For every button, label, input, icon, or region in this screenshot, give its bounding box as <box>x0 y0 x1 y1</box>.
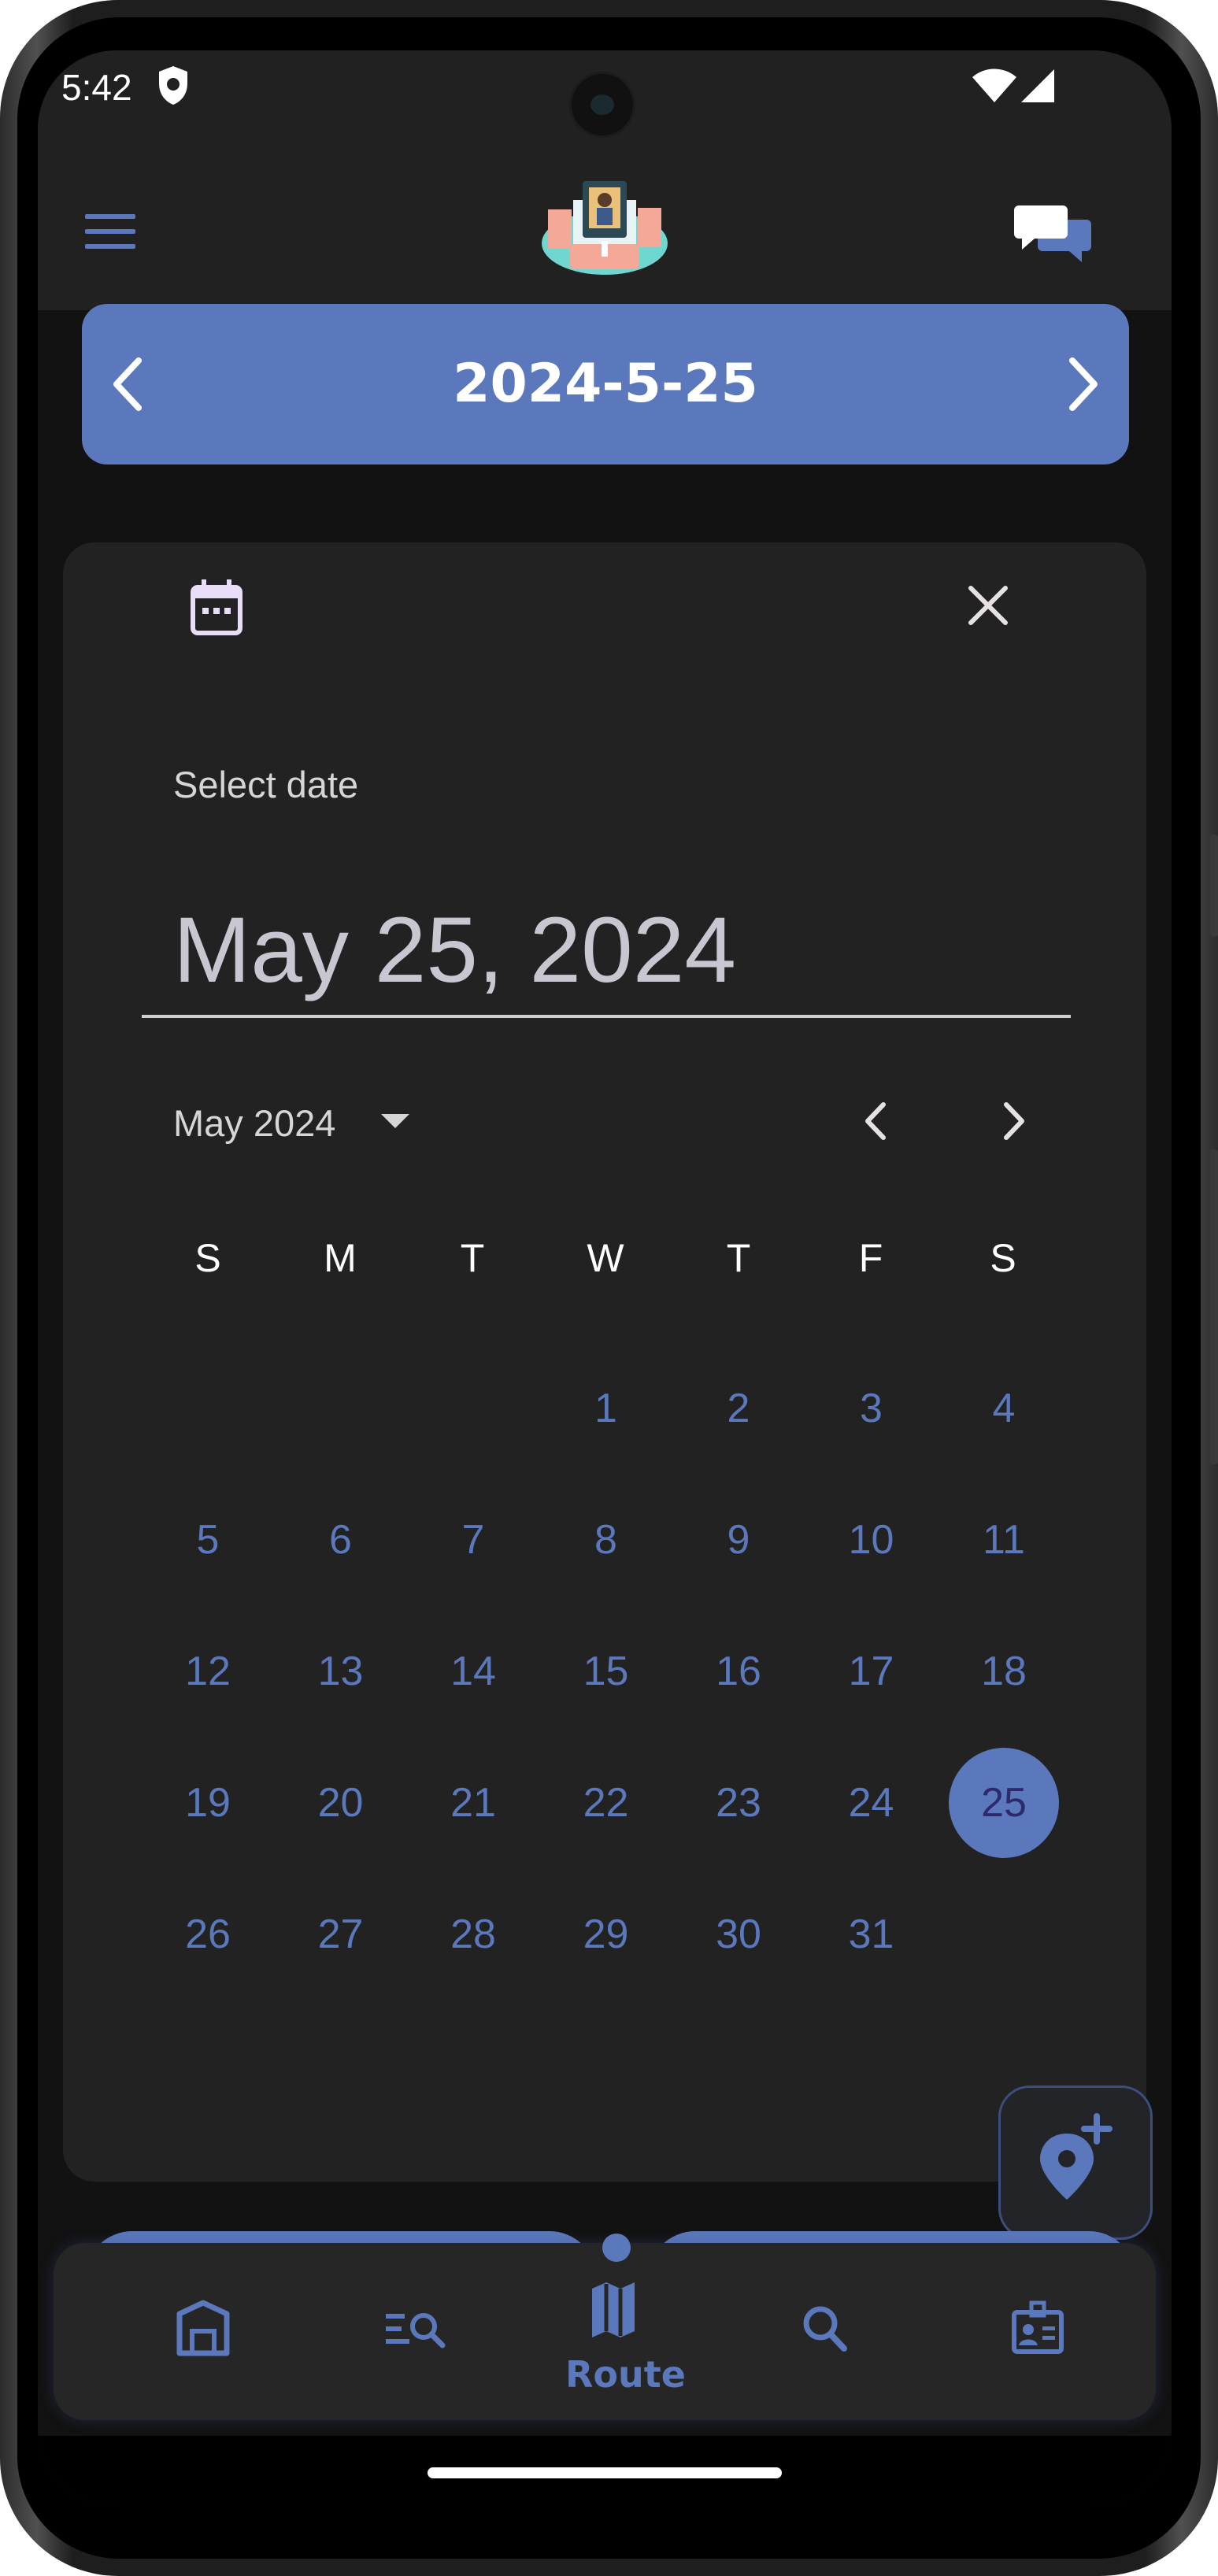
add-location-button[interactable] <box>998 2086 1153 2240</box>
close-icon[interactable] <box>964 582 1012 629</box>
weekday-label: S <box>990 1236 1016 1280</box>
app-logo <box>542 181 668 275</box>
date-picker-dialog: Select date May 25, 2024 May 2024 S M T … <box>63 542 1153 2240</box>
front-camera <box>572 74 633 135</box>
calendar-day-selected[interactable]: 25 <box>949 1748 1059 1858</box>
signal-icon <box>1021 69 1054 102</box>
calendar-day[interactable]: 8 <box>551 1485 661 1595</box>
calendar-day[interactable]: 13 <box>286 1616 396 1727</box>
search-icon[interactable] <box>778 2290 872 2369</box>
wifi-icon <box>972 68 1016 102</box>
calendar-day[interactable]: 3 <box>816 1353 927 1464</box>
power-button <box>1210 1149 1218 1464</box>
shield-icon <box>159 66 187 105</box>
calendar-day[interactable]: 31 <box>816 1879 927 1989</box>
calendar-day[interactable]: 5 <box>153 1485 263 1595</box>
calendar-day[interactable]: 11 <box>949 1485 1059 1595</box>
chevron-left-icon[interactable] <box>850 1094 905 1149</box>
calendar-day[interactable]: 22 <box>551 1748 661 1858</box>
weekday-label: F <box>858 1236 883 1280</box>
calendar-day[interactable]: 28 <box>418 1879 528 1989</box>
store-icon[interactable] <box>156 2290 250 2369</box>
calendar-day[interactable]: 27 <box>286 1879 396 1989</box>
contact-card-icon[interactable] <box>990 2290 1085 2369</box>
weekday-label: T <box>460 1236 485 1280</box>
calendar-day[interactable]: 17 <box>816 1616 927 1727</box>
calendar-day[interactable]: 20 <box>286 1748 396 1858</box>
weekday-label: S <box>194 1236 221 1280</box>
calendar-day[interactable]: 29 <box>551 1879 661 1989</box>
calendar-day[interactable]: 26 <box>153 1879 263 1989</box>
chevron-right-icon[interactable] <box>984 1094 1039 1149</box>
status-time: 5:42 <box>61 67 132 108</box>
calendar-icon[interactable] <box>189 578 244 638</box>
screen: 5:42 2024-5-25 Select date May 25, 2024 … <box>38 50 1172 2507</box>
calendar-day[interactable]: 16 <box>683 1616 794 1727</box>
calendar-day[interactable]: 10 <box>816 1485 927 1595</box>
weekday-label: W <box>587 1236 624 1280</box>
chat-icon[interactable] <box>1014 204 1093 267</box>
date-text-field[interactable]: May 25, 2024 <box>142 889 1071 1018</box>
select-date-label: Select date <box>173 764 359 805</box>
calendar-day[interactable]: 2 <box>683 1353 794 1464</box>
calendar-day[interactable]: 14 <box>418 1616 528 1727</box>
calendar-day[interactable]: 7 <box>418 1485 528 1595</box>
calendar-day[interactable]: 4 <box>949 1353 1059 1464</box>
weekday-label: T <box>726 1236 751 1280</box>
device-frame: 5:42 2024-5-25 Select date May 25, 2024 … <box>0 0 1218 2576</box>
dropdown-caret-icon[interactable] <box>378 1112 413 1131</box>
calendar-day[interactable]: 15 <box>551 1616 661 1727</box>
date-input-value: May 25, 2024 <box>173 898 737 1002</box>
date-navigator: 2024-5-25 <box>82 304 1129 464</box>
calendar-day[interactable]: 12 <box>153 1616 263 1727</box>
calendar-day[interactable]: 19 <box>153 1748 263 1858</box>
weekday-label: M <box>324 1236 357 1280</box>
calendar-day[interactable]: 21 <box>418 1748 528 1858</box>
volume-button <box>1210 835 1218 937</box>
calendar-day[interactable]: 6 <box>286 1485 396 1595</box>
map-icon[interactable] <box>565 2273 660 2352</box>
menu-icon[interactable] <box>85 208 140 255</box>
calendar-day[interactable]: 1 <box>551 1353 661 1464</box>
calendar-day[interactable]: 23 <box>683 1748 794 1858</box>
bottom-navigation-bar: Route <box>54 2234 1156 2420</box>
active-indicator <box>602 2234 631 2262</box>
calendar-day[interactable]: 9 <box>683 1485 794 1595</box>
chevron-right-icon[interactable] <box>1049 353 1112 416</box>
calendar-day[interactable]: 18 <box>949 1616 1059 1727</box>
add-location-icon <box>1040 2113 1112 2200</box>
month-year-selector[interactable]: May 2024 <box>173 1101 335 1145</box>
weekday-header: S M T W T F S <box>142 1235 1071 1298</box>
list-search-icon[interactable] <box>368 2290 463 2369</box>
calendar-day[interactable]: 24 <box>816 1748 927 1858</box>
nav-label-route[interactable]: Route <box>565 2353 686 2396</box>
status-bar: 5:42 <box>38 50 1172 168</box>
home-indicator[interactable] <box>428 2467 782 2478</box>
calendar-day[interactable]: 30 <box>683 1879 794 1989</box>
app-bar <box>38 168 1172 310</box>
date-title: 2024-5-25 <box>453 353 758 415</box>
